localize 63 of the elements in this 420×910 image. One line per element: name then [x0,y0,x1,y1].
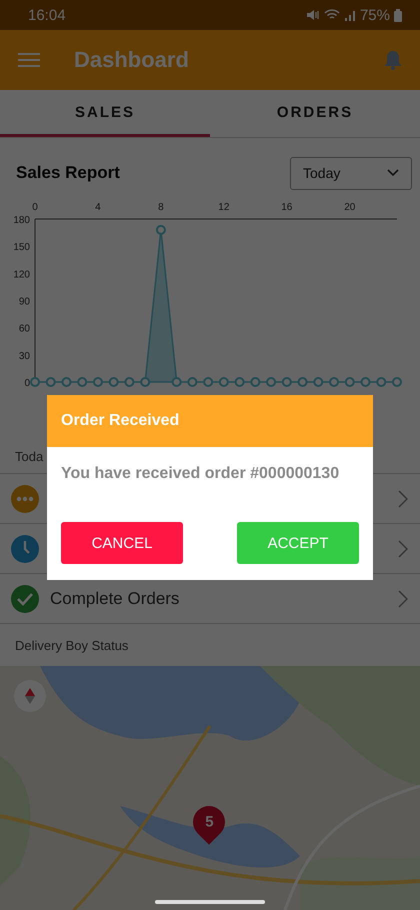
signal-icon [344,9,356,21]
status-icon [10,534,40,564]
chevron-down-icon [387,169,399,177]
data-point [172,377,182,387]
axis-label: 90 [18,296,30,308]
dialog-message: You have received order #000000130 [61,464,340,484]
data-point [187,377,198,387]
axis-label: 0 [32,202,38,213]
data-point [392,377,402,387]
section-label: Toda [15,449,44,464]
mute-icon [306,9,320,21]
battery-icon [394,8,402,22]
chevron-right-icon [398,490,408,508]
data-point [203,377,214,387]
period-dropdown[interactable]: Today [290,156,412,190]
battery-level: 75% [360,6,390,24]
data-point [140,377,150,387]
axis-label: 120 [13,269,30,280]
accept-button[interactable]: ACCEPT [237,522,359,564]
section-title: Sales Report [16,163,120,183]
data-point [218,377,229,387]
wifi-icon [324,9,340,21]
data-point [108,377,119,387]
data-point [156,224,166,235]
axis-label: 20 [344,202,356,213]
bell-icon[interactable] [384,50,402,70]
compass-icon [23,688,37,704]
data-point [329,377,340,387]
menu-icon[interactable] [18,52,40,68]
axis-label: 30 [18,350,30,362]
status-icon [10,484,40,514]
data-point [298,377,308,387]
chevron-right-icon [398,540,408,558]
data-point [77,377,88,387]
row-label: Complete Orders [50,588,180,608]
data-point [313,377,324,387]
section-label: Delivery Boy Status [15,638,128,652]
data-point [92,377,103,387]
axis-label: 0 [24,378,30,389]
axis-label: 60 [18,324,30,335]
data-point [30,377,40,387]
status-icon [10,584,40,614]
data-point [360,377,371,387]
axis-label: 12 [218,202,230,213]
axis-label: 150 [13,242,30,254]
clock: 16:04 [28,6,66,24]
data-point [282,377,292,387]
data-point [250,377,260,387]
axis-label: 4 [95,202,101,213]
cancel-button[interactable]: CANCEL [61,522,183,564]
dialog-title: Order Received [61,412,180,430]
axis-label: 8 [158,202,164,213]
data-point [61,377,72,387]
axis-label: 180 [13,215,30,226]
data-point [344,377,355,387]
app-title: Dashboard [74,47,190,73]
data-point [124,377,134,387]
axis-label: 16 [281,202,292,213]
data-point [46,377,56,387]
data-point [376,377,386,387]
data-point [266,377,276,387]
data-point [234,377,245,387]
chevron-right-icon [398,590,408,608]
